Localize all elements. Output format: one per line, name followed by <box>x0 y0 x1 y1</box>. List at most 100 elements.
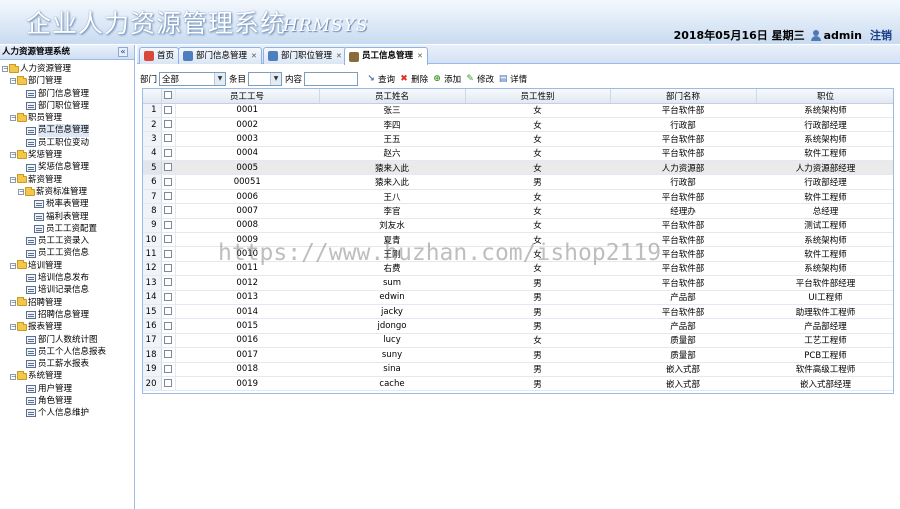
row-checkbox[interactable] <box>164 292 172 301</box>
dept-select[interactable]: 全部 ▼ <box>159 71 227 86</box>
tree-node[interactable]: 个人信息维护 <box>0 407 134 419</box>
row-checkbox[interactable] <box>164 321 172 330</box>
table-row[interactable]: 12 0011 右费女平台软件部 系统架构师 <box>143 261 893 277</box>
tree-node[interactable]: 培训记录信息 <box>0 284 134 296</box>
collapse-toggle-icon[interactable]: − <box>10 324 16 331</box>
tree-node[interactable]: 培训信息发布 <box>0 272 134 284</box>
edit-button[interactable]: ✎ 修改 <box>465 73 494 85</box>
row-checkbox[interactable] <box>164 335 172 344</box>
search-input[interactable] <box>304 71 359 86</box>
row-checkbox[interactable] <box>164 263 172 272</box>
collapse-toggle-icon[interactable]: − <box>10 373 16 380</box>
collapse-toggle-icon[interactable]: − <box>10 78 16 85</box>
tree-node[interactable]: − 奖惩管理 <box>0 149 134 161</box>
select-all-checkbox[interactable] <box>164 91 172 100</box>
row-checkbox[interactable] <box>164 177 172 186</box>
row-checkbox[interactable] <box>164 307 172 316</box>
tree-node[interactable]: − 招聘管理 <box>0 297 134 309</box>
table-row[interactable]: 3 0003 王五女平台软件部 系统架构师 <box>143 131 893 147</box>
add-button[interactable]: ⊕ 添加 <box>432 73 461 85</box>
tab-1[interactable]: 首页 <box>139 47 180 64</box>
column-header-id[interactable]: 员工工号 <box>175 89 320 104</box>
tree-node[interactable]: − 部门管理 <box>0 75 134 87</box>
table-row[interactable]: 14 0013 edwin 男产品部 UI工程师 <box>143 290 893 305</box>
table-row[interactable]: 9 0008 刘友水女平台软件部 测试工程师 <box>143 218 893 234</box>
delete-button[interactable]: ✖ 删除 <box>399 73 428 85</box>
collapse-button[interactable]: « <box>118 47 128 57</box>
row-checkbox[interactable] <box>164 105 172 114</box>
table-row[interactable]: 1 0001 张三女平台软件部 系统架构师 <box>143 103 893 118</box>
close-icon[interactable]: ✕ <box>251 49 257 64</box>
collapse-toggle-icon[interactable]: − <box>10 176 16 183</box>
row-checkbox[interactable] <box>164 134 172 143</box>
tree-node[interactable]: 部门人数统计图 <box>0 334 134 346</box>
item-select[interactable]: ▼ <box>248 71 283 86</box>
row-checkbox[interactable] <box>164 379 172 388</box>
table-row[interactable]: 18 0017 suny 男质量部 PCB工程师 <box>143 347 893 363</box>
table-row[interactable]: 17 0016 lucy 女质量部 工艺工程师 <box>143 333 893 349</box>
query-button[interactable]: ↘ 查询 <box>366 73 395 85</box>
tab-2[interactable]: 部门信息管理 ✕ <box>178 47 262 64</box>
row-checkbox[interactable] <box>164 220 172 229</box>
tab-3[interactable]: 部门职位管理 ✕ <box>263 47 347 64</box>
collapse-toggle-icon[interactable]: − <box>18 189 24 196</box>
collapse-toggle-icon[interactable]: − <box>2 66 8 73</box>
tree-node[interactable]: 员工工资信息 <box>0 247 134 259</box>
table-row[interactable]: 4 0004 赵六女平台软件部 软件工程师 <box>143 146 893 162</box>
tree-node[interactable]: 员工信息管理 <box>0 124 134 137</box>
tree-node[interactable]: − 薪资管理 <box>0 174 134 186</box>
tree-node[interactable]: − 系统管理 <box>0 370 134 382</box>
tab-4[interactable]: 员工信息管理 ✕ <box>344 47 428 65</box>
column-header-dept[interactable]: 部门名称 <box>610 89 757 104</box>
collapse-toggle-icon[interactable]: − <box>10 152 16 159</box>
collapse-toggle-icon[interactable]: − <box>10 115 16 122</box>
table-row[interactable]: 7 0006 王八女平台软件部 软件工程师 <box>143 189 893 205</box>
row-checkbox[interactable] <box>164 192 172 201</box>
row-checkbox[interactable] <box>164 278 172 287</box>
row-checkbox[interactable] <box>164 364 172 373</box>
tree-node[interactable]: − 报表管理 <box>0 321 134 333</box>
tree-node[interactable]: − 人力资源管理 <box>0 63 134 75</box>
column-header-gender[interactable]: 员工性别 <box>465 89 611 104</box>
table-row[interactable]: 10 0009 夏青女平台软件部 系统架构师 <box>143 232 893 248</box>
tree-node[interactable]: 角色管理 <box>0 395 134 407</box>
tree-node[interactable]: 福利表管理 <box>0 211 134 223</box>
row-checkbox[interactable] <box>164 249 172 258</box>
collapse-toggle-icon[interactable]: − <box>10 262 16 269</box>
detail-button[interactable]: ▤ 详情 <box>498 73 527 85</box>
table-row[interactable]: 16 0015 jdongo 男产品部 产品部经理 <box>143 318 893 334</box>
row-checkbox[interactable] <box>164 120 172 129</box>
row-checkbox[interactable] <box>164 163 172 172</box>
tree-node[interactable]: 员工职位变动 <box>0 137 134 149</box>
row-checkbox[interactable] <box>164 206 172 215</box>
row-checkbox[interactable] <box>164 148 172 157</box>
table-row[interactable]: 6 00051 猿来入此男行政部 行政部经理 <box>143 174 893 190</box>
table-row[interactable]: 20 0019 cache 男嵌入式部 嵌入式部经理 <box>143 376 893 392</box>
collapse-toggle-icon[interactable]: − <box>10 299 16 306</box>
tree-node[interactable]: 用户管理 <box>0 383 134 395</box>
tree-node[interactable]: − 职员管理 <box>0 112 134 124</box>
tree-node[interactable]: − 培训管理 <box>0 260 134 272</box>
tree-node[interactable]: 税率表管理 <box>0 198 134 210</box>
tree-node[interactable]: − 薪资标准管理 <box>0 186 134 198</box>
tree-node[interactable]: 部门信息管理 <box>0 88 134 100</box>
tree-node[interactable]: 员工个人信息报表 <box>0 346 134 358</box>
table-row[interactable]: 13 0012 sum 男平台软件部 平台软件部经理 <box>143 275 893 291</box>
tree-node[interactable]: 部门职位管理 <box>0 100 134 112</box>
tree-node[interactable]: 员工工资配置 <box>0 223 134 235</box>
close-icon[interactable]: ✕ <box>336 49 342 64</box>
tree-node[interactable]: 员工工资录入 <box>0 235 134 247</box>
column-header-position[interactable]: 职位 <box>756 89 893 104</box>
close-icon[interactable]: ✕ <box>417 49 423 64</box>
row-checkbox[interactable] <box>164 235 172 244</box>
table-row[interactable]: 15 0014 jacky 男平台软件部 助理软件工程师 <box>143 304 893 320</box>
tree-node[interactable]: 招聘信息管理 <box>0 309 134 321</box>
table-row[interactable]: 5 0005 猿来入此女人力资源部 人力资源部经理 <box>143 160 893 176</box>
table-row[interactable]: 19 0018 sina 男嵌入式部 软件高级工程师 <box>143 362 893 377</box>
tree-node[interactable]: 员工薪水报表 <box>0 358 134 370</box>
tree-node[interactable]: 奖惩信息管理 <box>0 161 134 173</box>
logout-link[interactable]: 注销 <box>870 27 892 43</box>
column-header-name[interactable]: 员工姓名 <box>319 89 466 104</box>
row-checkbox[interactable] <box>164 350 172 359</box>
table-row[interactable]: 8 0007 李官女经理办 总经理 <box>143 203 893 219</box>
